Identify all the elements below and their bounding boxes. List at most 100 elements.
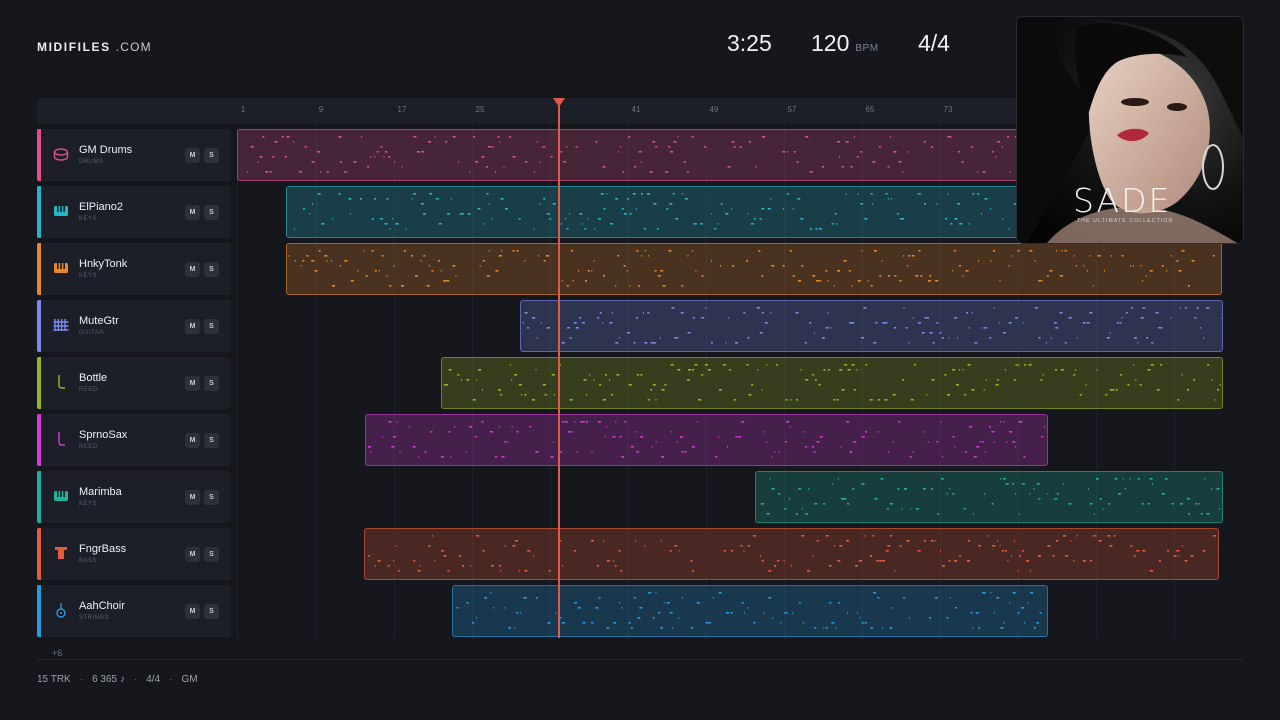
track-category: KEYS [79,273,98,279]
solo-button[interactable]: S [204,148,219,163]
track-color-bar [37,585,41,637]
solo-button[interactable]: S [204,319,219,334]
track-category: DRUMS [79,159,104,165]
track-name: Bottle [79,372,108,384]
clip-sprnosax[interactable] [365,414,1048,466]
more-tracks-label[interactable]: +6 [52,648,62,658]
clip-gm-drums[interactable] [237,129,1020,181]
mute-button[interactable]: M [185,148,200,163]
album-artist: SADE [1073,181,1172,220]
track-name: GM Drums [79,144,133,156]
mute-button[interactable]: M [185,376,200,391]
track-name: MuteGtr [79,315,119,327]
track-header-1[interactable]: ElPiano2 KEYS M S [37,186,231,238]
ruler-tick: 41 [631,105,641,114]
footer-divider [37,659,1243,660]
mute-button[interactable]: M [185,604,200,619]
signature-value: 4/4 [918,30,950,56]
track-header-0[interactable]: GM Drums DRUMS M S [37,129,231,181]
clip-notes [293,193,1016,230]
track-name: SprnoSax [79,429,128,441]
clip-mutegtr[interactable] [520,300,1223,352]
piano-icon [53,488,69,504]
solo-button[interactable]: S [204,205,219,220]
track-color-bar [37,471,41,523]
clip-marimba[interactable] [755,471,1223,523]
tempo-display: 120 BPM [811,30,879,60]
time-value: 3:25 [727,30,772,56]
track-color-bar [37,357,41,409]
status-footer: 15 TRK · 6 365 ♪ · 4/4 · GM [37,674,198,685]
midi-standard: GM [181,674,198,685]
piano-icon [53,260,69,276]
track-color-bar [37,129,41,181]
clip-notes [760,478,1222,515]
solo-button[interactable]: S [204,376,219,391]
clip-notes [288,250,1215,287]
grid-line [237,124,238,639]
track-category: KEYS [79,501,98,507]
brand-name: MIDIFILES [37,40,111,54]
mute-button[interactable]: M [185,547,200,562]
reed-icon [53,374,69,390]
playhead[interactable] [558,106,560,638]
note-count: 6 365 ♪ [92,674,125,685]
track-header-5[interactable]: SprnoSax REED M S [37,414,231,466]
track-category: REED [79,444,98,450]
track-header-4[interactable]: Bottle REED M S [37,357,231,409]
track-header-3[interactable]: MuteGtr GUITAR M S [37,300,231,352]
track-category: BASS [79,558,98,564]
track-color-bar [37,414,41,466]
clip-elpiano2[interactable] [286,186,1020,238]
solo-button[interactable]: S [204,262,219,277]
track-category: STRINGS [79,615,110,621]
brand-logo[interactable]: MIDIFILES .COM [37,40,152,54]
brand-domain: .COM [115,40,152,54]
solo-button[interactable]: S [204,433,219,448]
mute-button[interactable]: M [185,433,200,448]
track-color-bar [37,243,41,295]
clip-notes [456,592,1042,629]
solo-button[interactable]: S [204,604,219,619]
ruler-tick: 17 [397,105,407,114]
piano-icon [53,203,69,219]
clip-notes [247,136,1018,173]
track-header-7[interactable]: FngrBass BASS M S [37,528,231,580]
separator: · [133,674,138,685]
ruler-tick: 25 [475,105,485,114]
solo-button[interactable]: S [204,547,219,562]
bass-icon [53,545,69,561]
clip-hnkytonk[interactable] [286,243,1222,295]
track-name: ElPiano2 [79,201,124,213]
track-name: HnkyTonk [79,258,128,270]
clip-fngrbass[interactable] [364,528,1219,580]
bar-ruler[interactable]: 1 9 17 25 33 41 49 57 65 73 [37,98,1045,124]
track-category: KEYS [79,216,98,222]
clip-aahchoir[interactable] [452,585,1048,637]
ruler-tick: 73 [943,105,953,114]
ruler-tick: 49 [709,105,719,114]
time-display: 3:25 [727,30,772,60]
separator: · [169,674,173,685]
track-name: AahChoir [79,600,125,612]
mute-button[interactable]: M [185,205,200,220]
mute-button[interactable]: M [185,490,200,505]
track-color-bar [37,186,41,238]
track-color-bar [37,300,41,352]
clip-notes [368,535,1218,572]
reed-icon [53,431,69,447]
track-name: FngrBass [79,543,127,555]
track-category: GUITAR [79,330,105,336]
midi-visualizer: MIDIFILES .COM 3:25 120 BPM 4/4 1 9 17 2… [0,0,1280,720]
mute-button[interactable]: M [185,262,200,277]
mute-button[interactable]: M [185,319,200,334]
track-header-2[interactable]: HnkyTonk KEYS M S [37,243,231,295]
strings-icon [53,602,69,618]
track-category: REED [79,387,98,393]
track-header-8[interactable]: AahChoir STRINGS M S [37,585,231,637]
ruler-tick: 1 [240,105,246,114]
clip-notes [522,307,1222,344]
track-header-6[interactable]: Marimba KEYS M S [37,471,231,523]
ruler-tick: 9 [318,105,324,114]
solo-button[interactable]: S [204,490,219,505]
